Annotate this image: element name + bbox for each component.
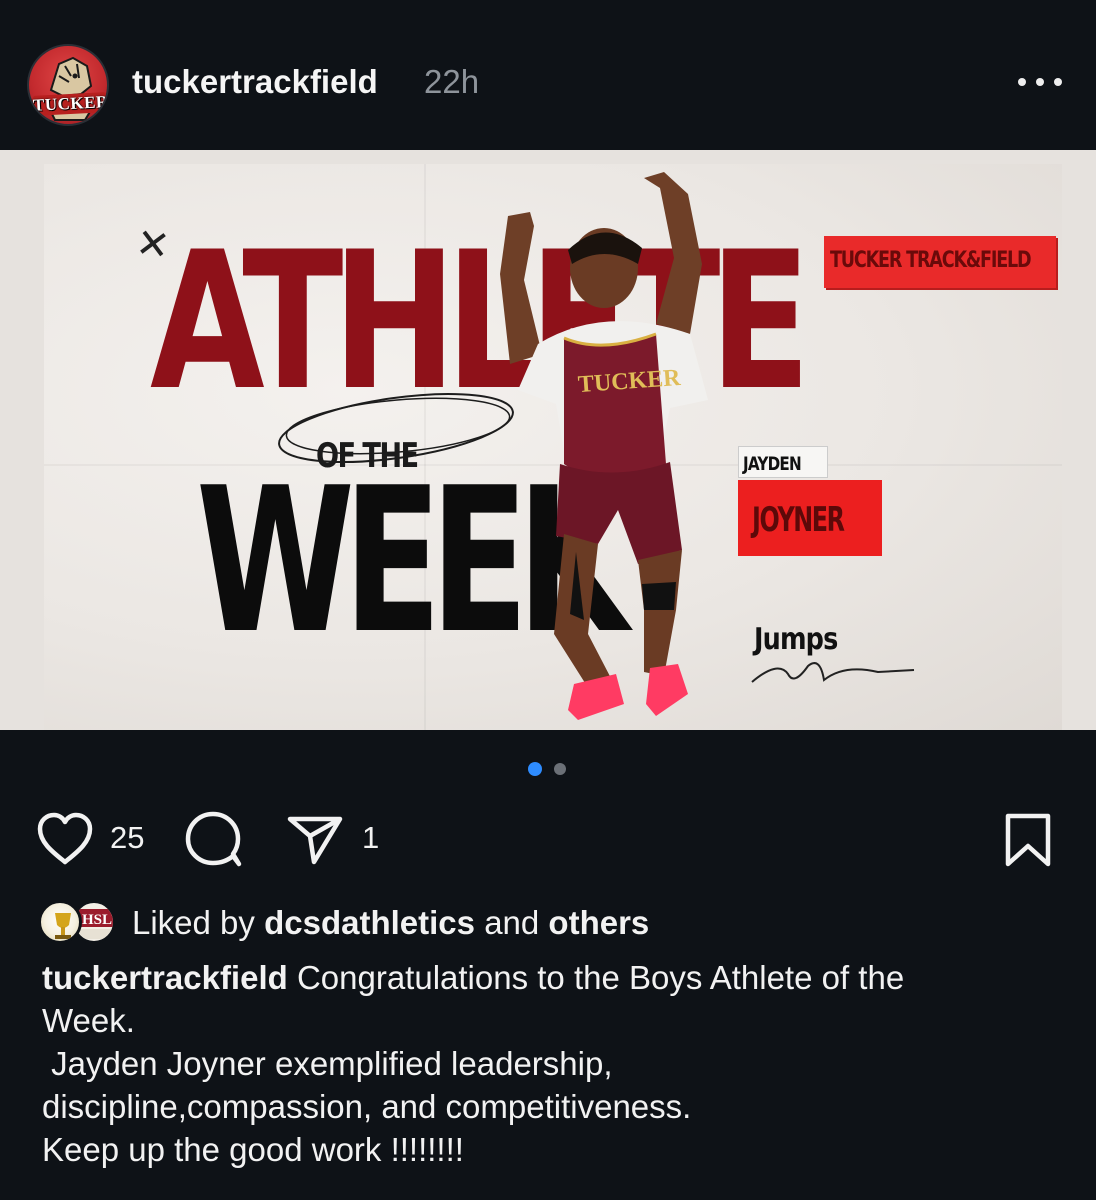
team-label: TUCKER TRACK&FIELD — [824, 236, 1056, 288]
post-caption: tuckertrackfield Congratulations to the … — [42, 956, 1052, 1171]
caption-line: Congratulations to the Boys Athlete of t… — [296, 959, 905, 996]
likes-count[interactable]: 25 — [110, 820, 144, 856]
shares-count[interactable]: 1 — [362, 820, 379, 856]
team-label-text: TUCKER TRACK&FIELD — [830, 248, 1032, 273]
post-media[interactable]: ✕ ATHLETE OF THE WEEK TUCKER TUCKER TRAC… — [0, 150, 1096, 730]
carousel-indicator — [0, 760, 1096, 776]
more-dot — [1018, 78, 1026, 86]
avatar-logo-text: TUCKER — [32, 91, 109, 116]
more-dot — [1036, 78, 1044, 86]
heart-icon[interactable] — [36, 812, 94, 866]
liker-badge-text: HSL — [82, 912, 112, 928]
liked-by-and: and — [484, 904, 540, 941]
profile-avatar[interactable]: TUCKER — [27, 44, 109, 126]
athlete-first-name: JAYDEN — [743, 453, 802, 475]
liker-avatar[interactable] — [38, 900, 82, 944]
liked-by-prefix: Liked by — [132, 904, 255, 941]
caption-line: Jayden Joyner exemplified leadership, — [42, 1045, 613, 1082]
post-username[interactable]: tuckertrackfield — [132, 63, 378, 101]
athlete-last-name-tag: JOYNER — [738, 480, 882, 556]
signature-swash-icon — [751, 662, 915, 683]
caption-username[interactable]: tuckertrackfield — [42, 959, 288, 996]
liked-by-others[interactable]: others — [548, 904, 649, 941]
caption-line: Keep up the good work !!!!!!!! — [42, 1131, 464, 1168]
more-options-button[interactable] — [1016, 70, 1064, 94]
bookmark-icon[interactable] — [1002, 812, 1054, 868]
liked-by-user[interactable]: dcsdathletics — [264, 904, 475, 941]
athlete-photo: TUCKER — [500, 172, 708, 720]
athlete-last-name: JOYNER — [752, 500, 845, 540]
carousel-dot[interactable] — [554, 763, 566, 775]
athlete-of-the-week-poster: ✕ ATHLETE OF THE WEEK TUCKER TUCKER TRAC… — [44, 164, 1062, 730]
athlete-first-name-tag: JAYDEN — [738, 446, 828, 478]
caption-line: discipline,compassion, and competitivene… — [42, 1088, 692, 1125]
trophy-icon — [55, 913, 71, 939]
carousel-dot-active[interactable] — [528, 762, 542, 776]
liked-by-row: HSL Liked by dcsdathletics and others — [38, 896, 1058, 952]
comment-icon[interactable] — [184, 810, 246, 868]
post-header: TUCKER tuckertrackfield 22h — [0, 0, 1096, 150]
share-icon[interactable] — [286, 814, 344, 866]
more-dot — [1054, 78, 1062, 86]
post-timestamp: 22h — [424, 63, 480, 100]
caption-line: Week. — [42, 1002, 135, 1039]
post-actions: 25 1 — [0, 808, 1096, 868]
liked-by-text: Liked by dcsdathletics and others — [132, 904, 649, 942]
instagram-post: TUCKER tuckertrackfield 22h ✕ ATHLETE OF… — [0, 0, 1096, 1200]
